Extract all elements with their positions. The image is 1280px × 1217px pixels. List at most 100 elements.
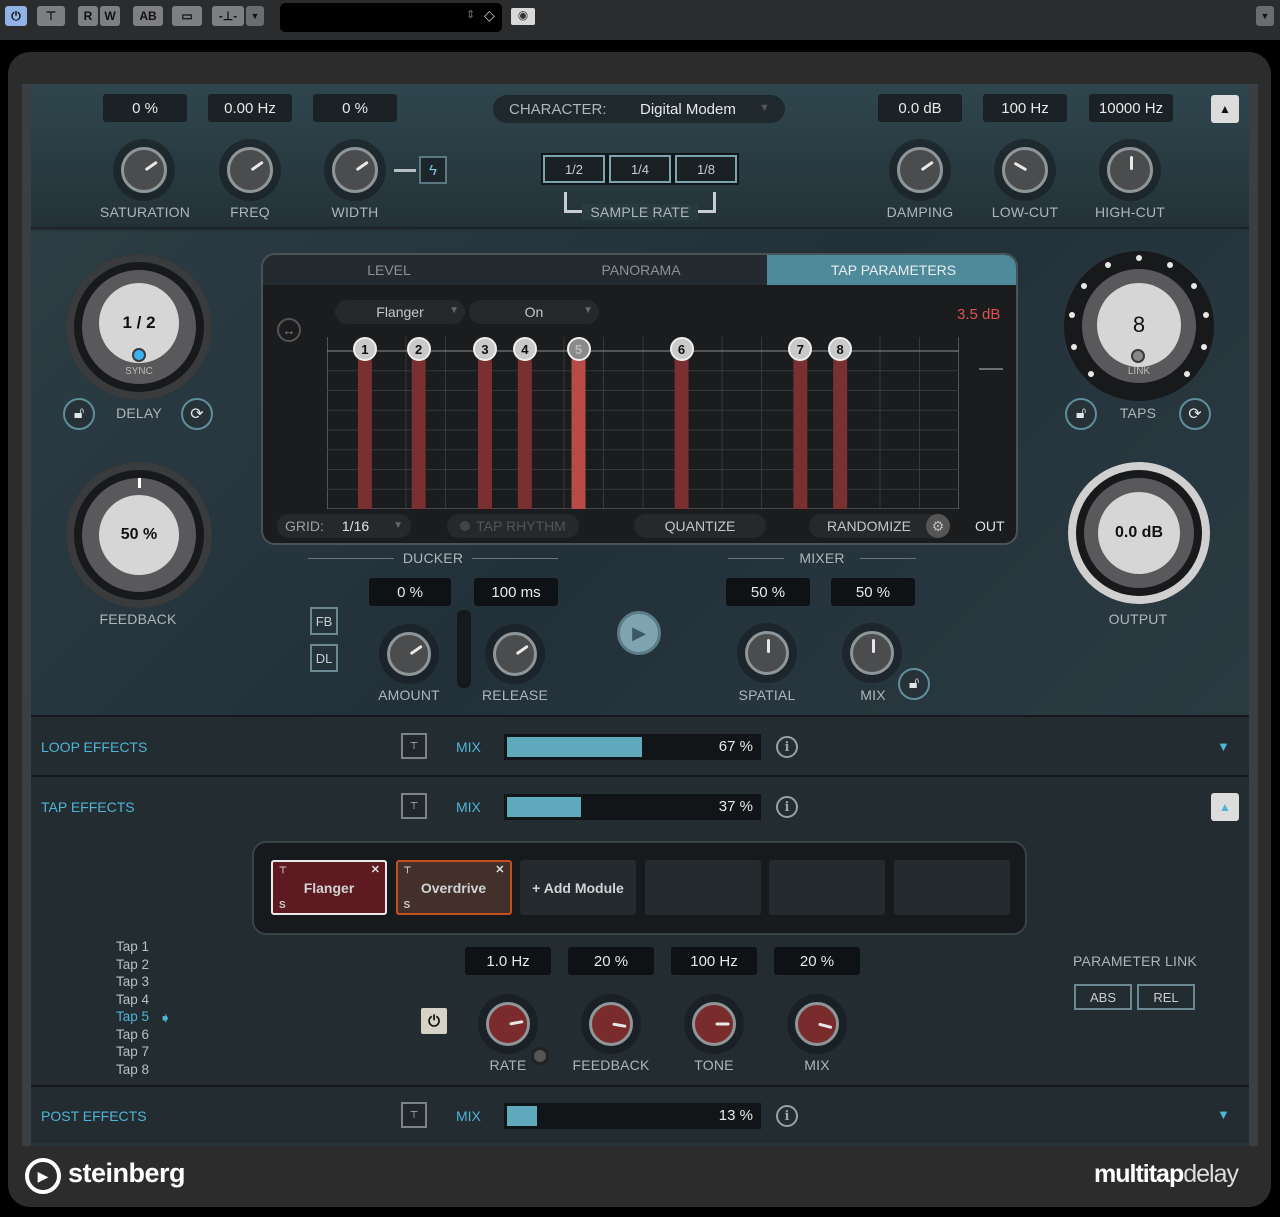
- bypass-button[interactable]: ⊤: [37, 6, 65, 26]
- tap-bar-3[interactable]: [478, 351, 492, 509]
- tap-effects-info-button[interactable]: i: [776, 796, 798, 818]
- tap-param-rate-value[interactable]: 1.0 Hz: [465, 947, 551, 975]
- empty-module-slot[interactable]: [769, 860, 885, 915]
- power-button[interactable]: ⏻: [5, 6, 27, 26]
- tap-list-item[interactable]: Tap 6: [116, 1027, 149, 1042]
- tab-tap-parameters[interactable]: TAP PARAMETERS: [767, 255, 1016, 285]
- parameter-link-abs-button[interactable]: ABS: [1074, 984, 1132, 1010]
- tap-param-tone-value[interactable]: 100 Hz: [671, 947, 757, 975]
- close-icon[interactable]: ✕: [371, 863, 380, 876]
- empty-module-slot[interactable]: [644, 860, 761, 915]
- saturation-value[interactable]: 0 %: [103, 94, 187, 122]
- host-menu-button[interactable]: ▼: [1256, 6, 1274, 26]
- sync-led[interactable]: [132, 348, 146, 362]
- tap-handle-3[interactable]: 3: [473, 337, 497, 361]
- module-bypass-icon[interactable]: ⊤: [279, 865, 287, 876]
- mixer-spatial-value[interactable]: 50 %: [726, 578, 810, 606]
- loop-effects-expand-button[interactable]: ▼: [1217, 739, 1230, 754]
- play-button[interactable]: ▶: [617, 611, 661, 655]
- module-flanger[interactable]: Flanger ⊤ ✕ S: [271, 860, 387, 915]
- snapshot-button[interactable]: ◉: [511, 8, 535, 25]
- tap-fx-power-button[interactable]: ⏻: [421, 1008, 447, 1034]
- tap-list-item[interactable]: Tap 7: [116, 1044, 149, 1059]
- post-effects-info-button[interactable]: i: [776, 1105, 798, 1127]
- tap-effects-mix-slider[interactable]: 37 %: [504, 794, 761, 820]
- link-led[interactable]: [1131, 349, 1145, 363]
- tap-bar-8[interactable]: [833, 351, 848, 509]
- ducker-dl-button[interactable]: DL: [310, 644, 338, 672]
- tap-list-item[interactable]: Tap 3: [116, 974, 149, 989]
- tap-list-item[interactable]: Tap 1: [116, 939, 149, 954]
- delay-lock-button[interactable]: 🔓︎: [63, 398, 95, 430]
- tap-bar-7[interactable]: [793, 351, 808, 509]
- expand-horizontal-button[interactable]: ↔: [277, 318, 301, 342]
- preset-stepper-icon[interactable]: ⇕: [466, 8, 475, 21]
- taps-sync-button[interactable]: ⟳: [1179, 398, 1211, 430]
- tap-param-rate-knob[interactable]: [486, 1002, 530, 1046]
- mixer-mix-knob[interactable]: [850, 631, 894, 675]
- tap-rhythm-button[interactable]: TAP RHYTHM: [447, 514, 579, 538]
- add-module-button[interactable]: + Add Module: [520, 860, 636, 915]
- collapse-top-button[interactable]: ▲: [1211, 95, 1239, 123]
- damping-knob[interactable]: [897, 147, 943, 193]
- high-cut-value[interactable]: 10000 Hz: [1089, 94, 1173, 122]
- state-select[interactable]: On ▼: [469, 300, 599, 324]
- module-solo-button[interactable]: S: [279, 900, 286, 911]
- damping-value[interactable]: 0.0 dB: [878, 94, 962, 122]
- module-overdrive[interactable]: Overdrive ⊤ ✕ S: [395, 860, 512, 915]
- routing-button[interactable]: -⊥-: [212, 6, 244, 26]
- tab-level[interactable]: LEVEL: [263, 255, 515, 285]
- tap-handle-1[interactable]: 1: [352, 337, 377, 361]
- taps-lock-button[interactable]: 🔓︎: [1065, 398, 1097, 430]
- loop-effects-info-button[interactable]: i: [776, 736, 798, 758]
- tap-grid[interactable]: [327, 337, 959, 509]
- loop-effects-bypass-button[interactable]: ⊤: [401, 733, 427, 759]
- tap-param-feedback-value[interactable]: 20 %: [568, 947, 654, 975]
- empty-module-slot[interactable]: [893, 860, 1010, 915]
- tap-effects-bypass-button[interactable]: ⊤: [401, 793, 427, 819]
- delay-knob[interactable]: 1 / 2: [66, 254, 212, 400]
- quantize-button[interactable]: QUANTIZE: [634, 514, 766, 538]
- tap-handle-5[interactable]: 5: [566, 337, 591, 361]
- freq-knob[interactable]: [227, 147, 273, 193]
- tap-list-item[interactable]: Tap 4: [116, 992, 149, 1007]
- sample-rate-1-2[interactable]: 1/2: [543, 155, 605, 183]
- tap-bar-5[interactable]: [571, 351, 586, 509]
- width-link-button[interactable]: ϟ: [419, 156, 447, 184]
- ducker-release-value[interactable]: 100 ms: [474, 578, 558, 606]
- sample-rate-1-8[interactable]: 1/8: [675, 155, 737, 183]
- delay-sync-button[interactable]: ⟳: [181, 398, 213, 430]
- mixer-mix-value[interactable]: 50 %: [831, 578, 915, 606]
- ducker-fb-button[interactable]: FB: [310, 607, 338, 635]
- feedback-knob[interactable]: 50 %: [66, 462, 212, 608]
- post-effects-expand-button[interactable]: ▼: [1217, 1107, 1230, 1122]
- taps-knob[interactable]: 8: [1064, 251, 1214, 401]
- tap-param-mix-knob[interactable]: [795, 1002, 839, 1046]
- close-icon[interactable]: ✕: [495, 863, 504, 876]
- tap-bar-4[interactable]: [517, 351, 532, 509]
- ducker-amount-knob[interactable]: [387, 632, 431, 676]
- tap-list-item[interactable]: Tap 2: [116, 957, 149, 972]
- ducker-amount-value[interactable]: 0 %: [369, 578, 451, 606]
- low-cut-value[interactable]: 100 Hz: [983, 94, 1067, 122]
- preset-menu-button[interactable]: ▭: [172, 6, 202, 26]
- tap-bar-2[interactable]: [411, 351, 426, 509]
- tap-handle-4[interactable]: 4: [512, 337, 537, 361]
- preset-tag-icon[interactable]: ◇: [484, 7, 495, 24]
- parameter-link-rel-button[interactable]: REL: [1137, 984, 1195, 1010]
- post-effects-bypass-button[interactable]: ⊤: [401, 1102, 427, 1128]
- tap-bar-6[interactable]: [674, 351, 689, 509]
- output-knob[interactable]: 0.0 dB: [1068, 462, 1210, 604]
- post-effects-title[interactable]: POST EFFECTS: [41, 1108, 147, 1124]
- module-solo-button[interactable]: S: [404, 900, 411, 911]
- tap-param-mix-value[interactable]: 20 %: [774, 947, 860, 975]
- tap-handle-6[interactable]: 6: [669, 337, 694, 361]
- character-select[interactable]: CHARACTER: Digital Modem ▼: [493, 95, 785, 123]
- tap-effects-title[interactable]: TAP EFFECTS: [41, 799, 135, 815]
- rate-sync-led[interactable]: [531, 1047, 549, 1065]
- grid-select[interactable]: GRID: 1/16 ▼: [277, 514, 411, 538]
- tap-bar-1[interactable]: [357, 351, 372, 509]
- tap-effects-collapse-button[interactable]: ▲: [1211, 793, 1239, 821]
- module-bypass-icon[interactable]: ⊤: [404, 865, 412, 876]
- sample-rate-1-4[interactable]: 1/4: [609, 155, 671, 183]
